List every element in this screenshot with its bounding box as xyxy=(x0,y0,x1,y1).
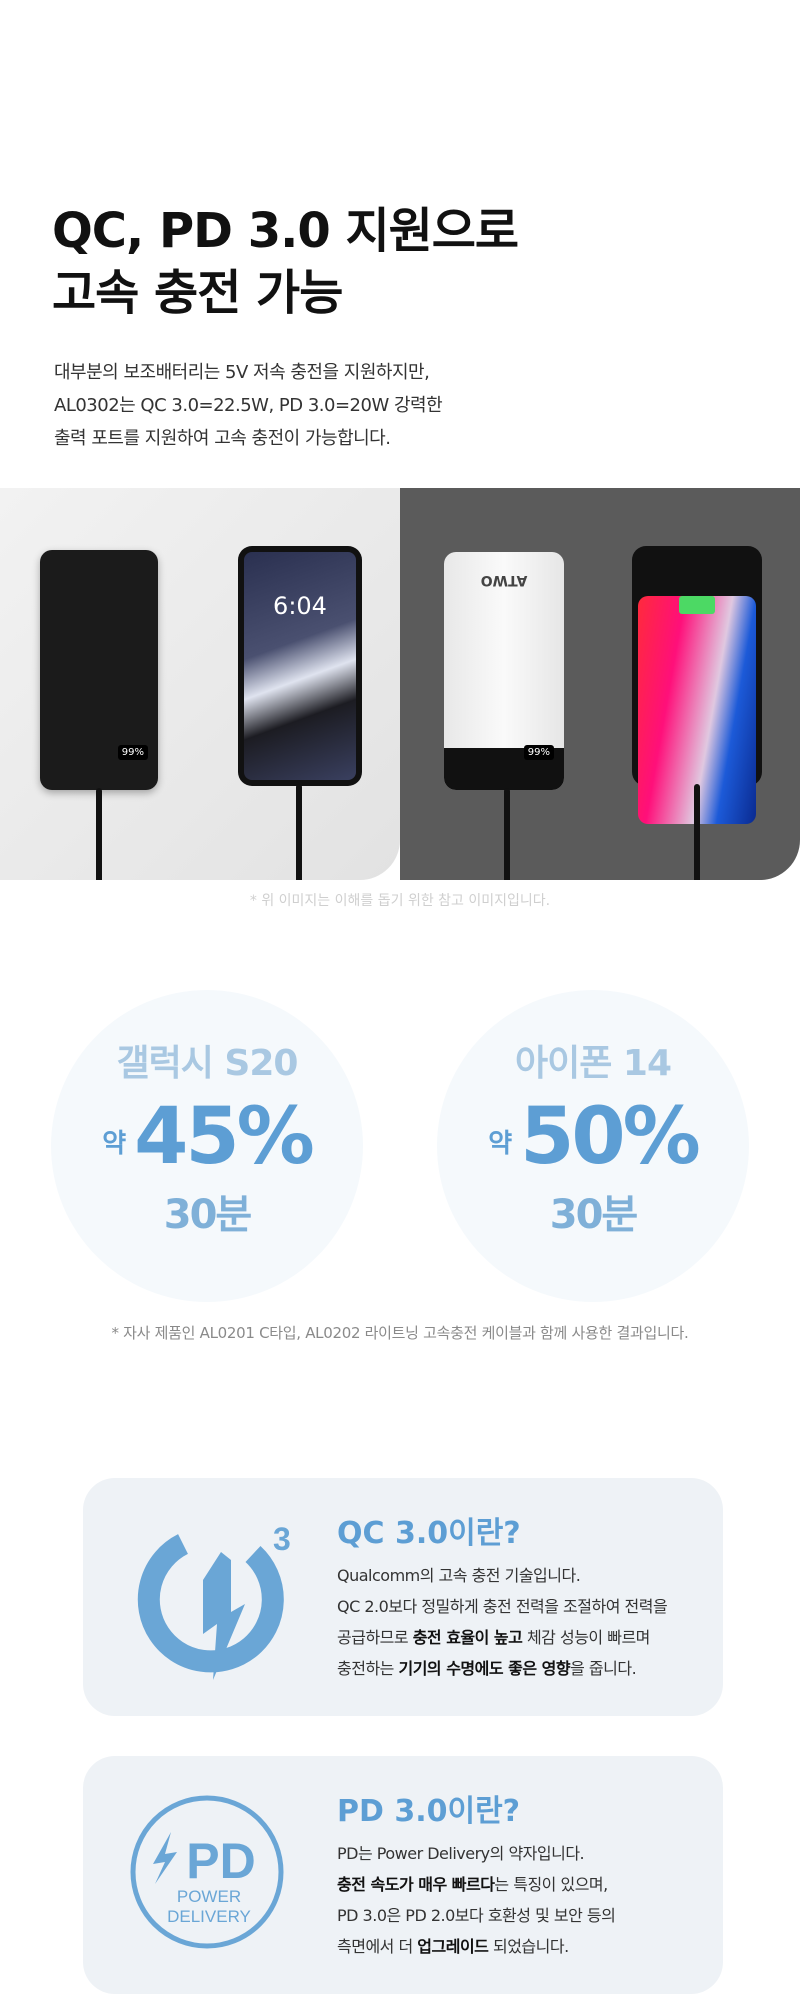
description: 대부분의 보조배터리는 5V 저속 충전을 지원하지만, AL0302는 QC … xyxy=(54,362,443,449)
cable xyxy=(96,788,102,880)
lock-screen-clock: 6:04 xyxy=(244,552,356,780)
svg-text:3: 3 xyxy=(273,1521,291,1557)
cable xyxy=(694,784,700,880)
product-photo-iphone: ATWO 99% xyxy=(400,488,800,880)
quick-charge-3-icon: 3 xyxy=(137,1521,291,1680)
cable xyxy=(504,788,510,880)
cable xyxy=(296,784,302,880)
white-power-bank: ATWO 99% xyxy=(444,552,564,790)
battery-icon xyxy=(679,596,715,614)
pd-description: PD는 Power Delivery의 약자입니다. 충전 속도가 매우 빠르다… xyxy=(337,1844,616,1956)
qc-description: Qualcomm의 고속 충전 기술입니다. QC 2.0보다 정밀하게 충전 … xyxy=(337,1566,668,1678)
svg-text:POWER: POWER xyxy=(177,1887,241,1906)
svg-text:PD: PD xyxy=(186,1833,255,1889)
page-title: QC, PD 3.0 지원으로 고속 충전 가능 xyxy=(52,203,519,321)
bank-display: 99% xyxy=(523,745,554,760)
qc-info-card: 3 QC 3.0이란? Qualcomm의 고속 충전 기술입니다. QC 2.… xyxy=(83,1478,723,1716)
qc-title: QC 3.0이란? xyxy=(337,1516,521,1551)
pd-info-card: PD POWER DELIVERY PD 3.0이란? PD는 Power De… xyxy=(83,1756,723,1994)
result-galaxy: 갤럭시 S20 약 45% 30분 xyxy=(51,990,363,1302)
black-power-bank: 99% xyxy=(40,550,158,790)
pd-title: PD 3.0이란? xyxy=(337,1794,521,1829)
galaxy-phone: 6:04 xyxy=(238,546,362,786)
brand-logo: ATWO xyxy=(480,572,528,588)
product-photo-galaxy: 99% 6:04 xyxy=(0,488,400,880)
results-note: * 자사 제품인 AL0201 C타입, AL0202 라이트닝 고속충전 케이… xyxy=(111,1324,689,1342)
bank-display: 99% xyxy=(117,745,148,760)
power-delivery-icon: PD POWER DELIVERY xyxy=(130,1795,284,1949)
svg-text:DELIVERY: DELIVERY xyxy=(167,1907,251,1926)
result-iphone: 아이폰 14 약 50% 30분 xyxy=(437,990,749,1302)
iphone xyxy=(632,546,762,824)
photo-caption: * 위 이미지는 이해를 돕기 위한 참고 이미지입니다. xyxy=(249,893,551,909)
